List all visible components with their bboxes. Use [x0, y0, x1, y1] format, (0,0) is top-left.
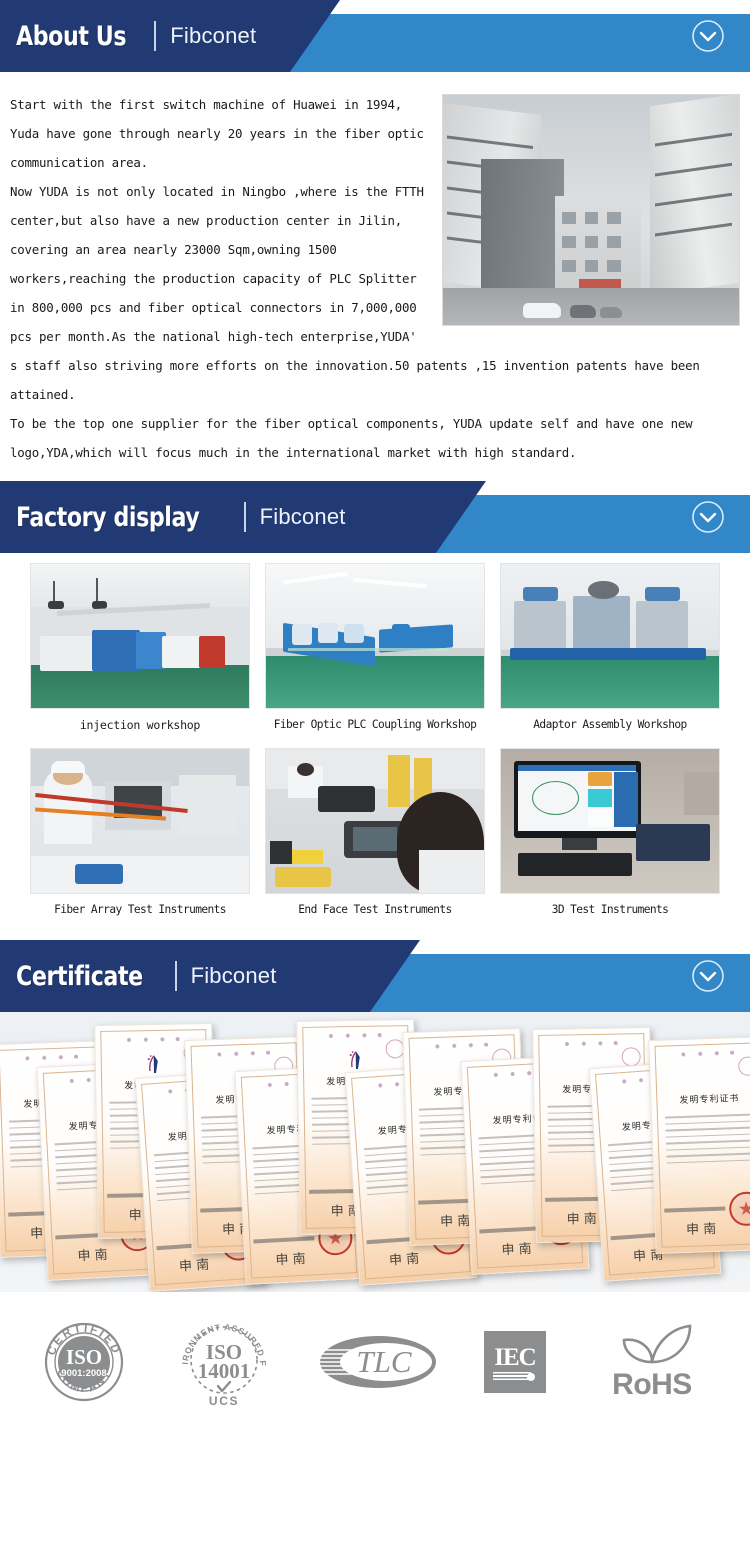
- iec-dot-icon: [527, 1373, 535, 1381]
- certificate-brand: Fibconet: [190, 963, 277, 988]
- header-dark-band: About Us Fibconet: [0, 0, 340, 72]
- header-dark-band: Factory display Fibconet: [0, 481, 486, 553]
- factory-item: injection workshop: [30, 563, 250, 748]
- iec-bars-icon: [493, 1372, 531, 1381]
- factory-gallery: injection workshop Fiber Optic PLC Coupl…: [0, 553, 750, 940]
- factory-item: Fiber Optic PLC Coupling Workshop: [265, 563, 485, 748]
- factory-caption: Fiber Optic PLC Coupling Workshop: [273, 718, 477, 731]
- certificate-title: Certificate: [16, 960, 143, 992]
- factory-item: End Face Test Instruments: [265, 748, 485, 932]
- header-divider: [243, 502, 246, 532]
- header-dark-band: Certificate Fibconet: [0, 940, 420, 1012]
- factory-photo-plc-coupling-workshop: [265, 563, 485, 709]
- chevron-down-circle-icon[interactable]: [690, 499, 726, 535]
- factory-caption: End Face Test Instruments: [298, 903, 452, 916]
- factory-item: 3D Test Instruments: [500, 748, 720, 932]
- factory-caption: Fiber Array Test Instruments: [54, 903, 226, 916]
- header-divider: [174, 961, 177, 991]
- certification-logos-row: CERTIFIED COMPANY ISO 9001:2008 IRONMENT…: [0, 1292, 750, 1440]
- chevron-down-circle-icon[interactable]: [690, 18, 726, 54]
- certificate-wall: 发明专利证书 申 南 发明专利证书 申 南 发明专利证书 申 南: [0, 1012, 750, 1292]
- factory-brand: Fibconet: [259, 504, 346, 529]
- iso-14001-logo: ENVIRONMENT ASSURED FIRM ISO 14001 UCS: [172, 1306, 272, 1410]
- about-brand: Fibconet: [170, 23, 257, 48]
- factory-photo-injection-workshop: [30, 563, 250, 709]
- factory-photo-fiber-array-test: [30, 748, 250, 894]
- tlc-wordmark: TLC: [356, 1344, 411, 1379]
- iec-logo: IEC: [484, 1331, 546, 1393]
- iso-14001-body: UCS: [209, 1394, 239, 1408]
- iso-9001-standard: 9001:2008: [61, 1368, 106, 1379]
- patent-certificate: 发明专利证书 申 南: [648, 1036, 750, 1254]
- company-profile-page: About Us Fibconet Start with the first s…: [0, 0, 750, 1440]
- factory-item: Fiber Array Test Instruments: [30, 748, 250, 932]
- iso-14001-standard: 14001: [198, 1359, 251, 1383]
- iso-9001-logo: CERTIFIED COMPANY ISO 9001:2008: [36, 1314, 132, 1410]
- about-section-body: Start with the first switch machine of H…: [0, 72, 750, 481]
- chevron-down-circle-icon[interactable]: [690, 958, 726, 994]
- rohs-wordmark: RoHS: [612, 1368, 692, 1401]
- factory-caption: 3D Test Instruments: [551, 903, 669, 916]
- tlc-logo: TLC: [316, 1326, 440, 1398]
- about-paragraph-3: To be the top one supplier for the fiber…: [10, 416, 693, 460]
- factory-photo-3d-test: [500, 748, 720, 894]
- factory-item: Adaptor Assembly Workshop: [500, 563, 720, 748]
- factory-photo-adaptor-assembly-workshop: [500, 563, 720, 709]
- header-divider: [154, 21, 157, 51]
- iec-wordmark: IEC: [494, 1344, 536, 1371]
- about-section-header: About Us Fibconet: [0, 0, 750, 72]
- factory-caption: Adaptor Assembly Workshop: [533, 718, 687, 731]
- rohs-logo: RoHS: [590, 1322, 714, 1402]
- iso-9001-word: ISO: [66, 1345, 102, 1369]
- rohs-leaf-icon: [622, 1324, 692, 1364]
- about-title: About Us: [16, 20, 127, 52]
- certificate-section-header: Certificate Fibconet: [0, 940, 750, 1012]
- factory-caption: injection workshop: [79, 718, 201, 732]
- about-factory-photo: [442, 94, 740, 326]
- factory-photo-end-face-test: [265, 748, 485, 894]
- factory-section-header: Factory display Fibconet: [0, 481, 750, 553]
- factory-title: Factory display: [16, 501, 200, 533]
